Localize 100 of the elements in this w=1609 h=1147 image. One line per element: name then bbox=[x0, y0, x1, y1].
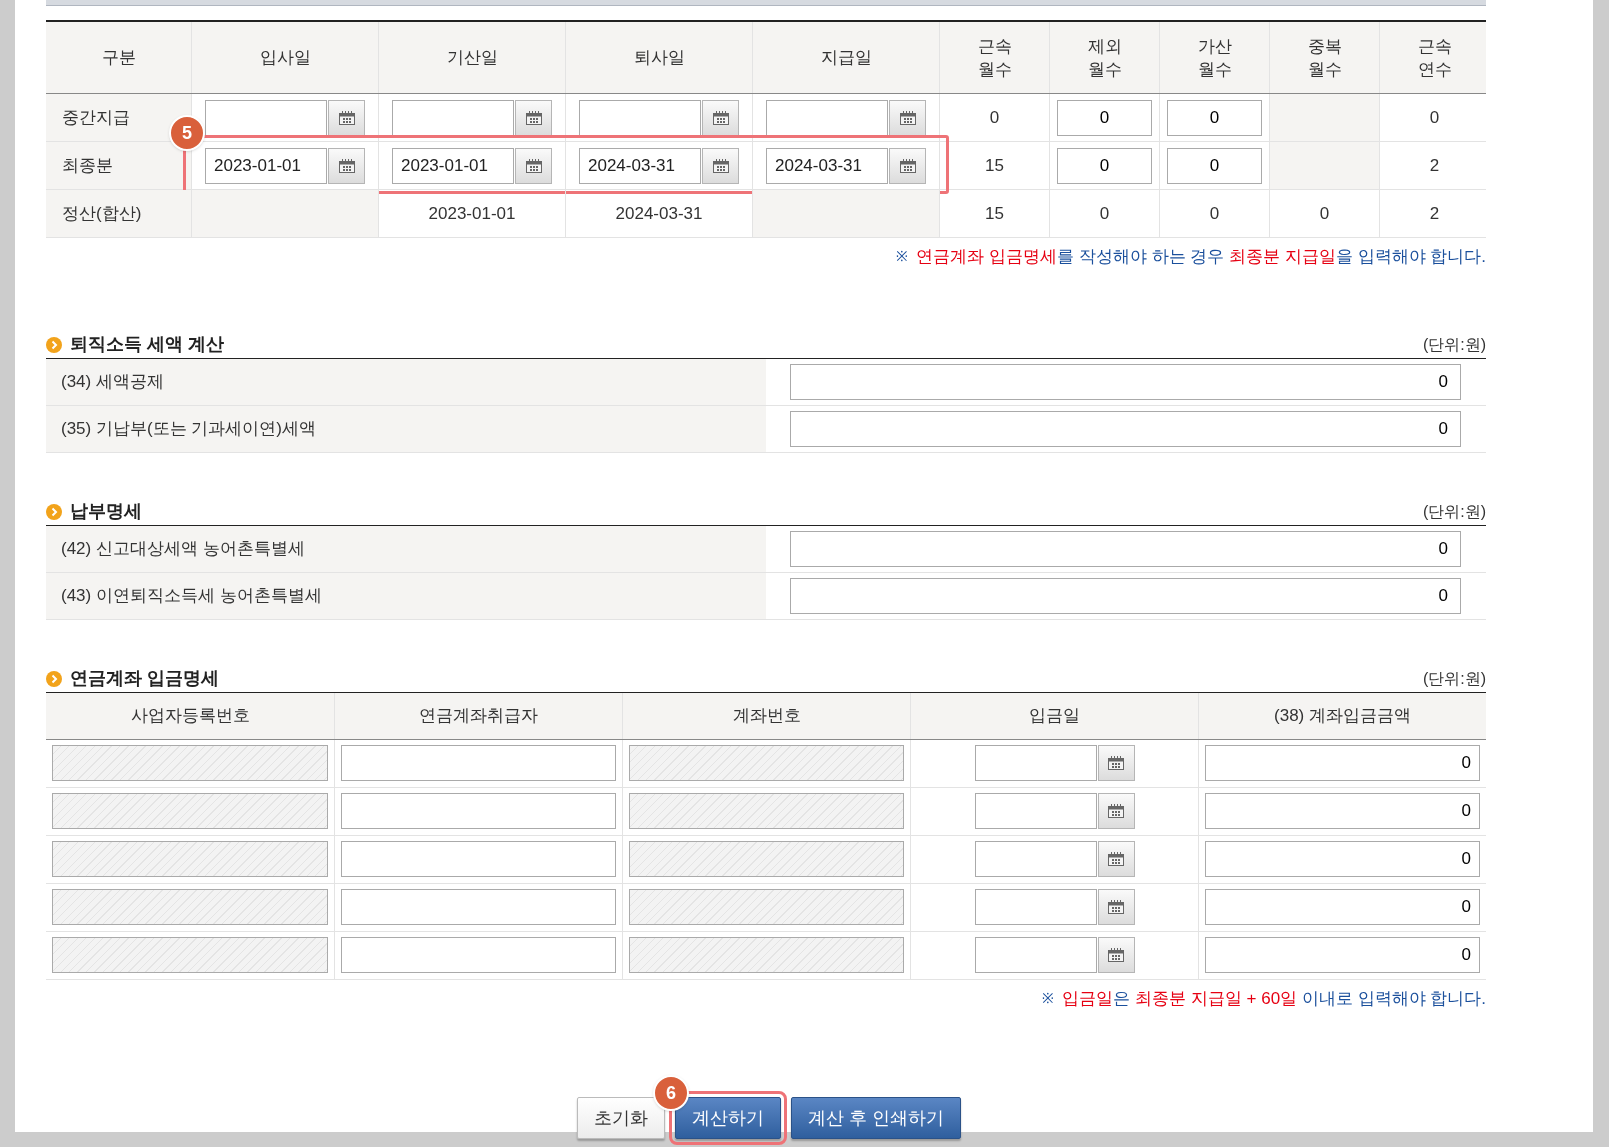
row-header: (42) 신고대상세액 농어촌특별세 bbox=[46, 525, 766, 572]
table-cell-text: 15 bbox=[985, 154, 1004, 177]
calendar-button[interactable] bbox=[889, 99, 926, 136]
column-header: 퇴사일 bbox=[633, 47, 685, 69]
date-field[interactable]: 2023-01-01 bbox=[205, 147, 327, 184]
row-header: (34) 세액공제 bbox=[46, 358, 766, 405]
column-header: 구분 bbox=[101, 47, 136, 69]
amount-field[interactable]: 0 bbox=[1205, 841, 1480, 877]
number-field[interactable]: 0 bbox=[1167, 147, 1262, 184]
action-button[interactable]: 계산 후 인쇄하기 bbox=[791, 1097, 961, 1139]
amount-field[interactable]: 0 bbox=[1205, 937, 1480, 973]
calendar-button[interactable] bbox=[1097, 889, 1135, 925]
table-cell-text: 2023-01-01 bbox=[428, 202, 516, 225]
step-badge: 6 bbox=[653, 1075, 689, 1111]
column-header: 계좌번호 bbox=[732, 704, 801, 727]
calendar-button[interactable] bbox=[889, 147, 926, 184]
calendar-button[interactable] bbox=[1097, 745, 1135, 781]
calendar-icon bbox=[712, 110, 729, 125]
table-cell-text: 2024-03-31 bbox=[615, 202, 703, 225]
column-header: 지급일 bbox=[820, 47, 872, 69]
date-field[interactable] bbox=[974, 841, 1097, 877]
action-button[interactable]: 초기화 bbox=[577, 1097, 665, 1139]
table-cell-text: 0 bbox=[1319, 202, 1330, 225]
number-field[interactable]: 0 bbox=[1057, 147, 1152, 184]
calendar-button[interactable] bbox=[515, 99, 552, 136]
date-field[interactable] bbox=[974, 937, 1097, 973]
amount-field[interactable]: 0 bbox=[1205, 745, 1480, 781]
date-field[interactable] bbox=[392, 99, 514, 136]
section-title: 연금계좌 입금명세 bbox=[70, 667, 219, 690]
amount-field[interactable]: 0 bbox=[1205, 889, 1480, 925]
calendar-icon bbox=[899, 158, 916, 173]
column-header: 입금일 bbox=[1029, 704, 1080, 727]
column-header: 중복 월수 bbox=[1307, 35, 1342, 81]
chevron-circle-icon bbox=[46, 503, 62, 520]
date-field[interactable]: 2024-03-31 bbox=[579, 147, 701, 184]
column-header: 기산일 bbox=[446, 47, 498, 69]
section-title: 납부명세 bbox=[70, 500, 142, 523]
calendar-icon bbox=[1108, 900, 1124, 914]
unit-label: (단위:원) bbox=[1422, 334, 1486, 355]
table-cell-text: 0 bbox=[989, 106, 1000, 129]
table-cell-text: 0 bbox=[1429, 106, 1440, 129]
column-header: (38) 계좌입금금액 bbox=[1274, 704, 1411, 727]
step-badge: 5 bbox=[169, 115, 205, 151]
date-field[interactable] bbox=[974, 793, 1097, 829]
calendar-icon bbox=[1108, 756, 1124, 770]
amount-field[interactable]: 0 bbox=[790, 410, 1461, 447]
date-field[interactable] bbox=[579, 99, 701, 136]
chevron-circle-icon bbox=[46, 336, 62, 353]
unit-label: (단위:원) bbox=[1422, 668, 1486, 689]
row-header: (43) 이연퇴직소득세 농어촌특별세 bbox=[46, 572, 766, 619]
table-cell-text: 0 bbox=[1099, 202, 1110, 225]
calendar-icon bbox=[525, 158, 542, 173]
column-header: 입사일 bbox=[259, 47, 311, 69]
amount-field[interactable]: 0 bbox=[790, 577, 1461, 614]
amount-field[interactable]: 0 bbox=[790, 363, 1461, 400]
column-header: 연금계좌취급자 bbox=[419, 704, 538, 727]
input-field[interactable] bbox=[341, 937, 616, 973]
input-field[interactable] bbox=[341, 889, 616, 925]
date-field[interactable] bbox=[974, 745, 1097, 781]
date-field[interactable] bbox=[974, 889, 1097, 925]
calendar-icon bbox=[338, 158, 355, 173]
reference-mark: ※ bbox=[896, 247, 909, 267]
calendar-icon bbox=[1108, 948, 1124, 962]
column-header: 근속 월수 bbox=[977, 35, 1012, 81]
row-header: 최종분 bbox=[46, 142, 191, 189]
column-header: 사업자등록번호 bbox=[130, 704, 250, 727]
calendar-button[interactable] bbox=[328, 147, 365, 184]
calendar-icon bbox=[338, 110, 355, 125]
column-header: 가산 월수 bbox=[1197, 35, 1232, 81]
calendar-icon bbox=[1108, 852, 1124, 866]
input-field[interactable] bbox=[341, 841, 616, 877]
calendar-button[interactable] bbox=[515, 147, 552, 184]
date-field[interactable] bbox=[205, 99, 327, 136]
chevron-circle-icon bbox=[46, 670, 62, 687]
number-field[interactable]: 0 bbox=[1057, 99, 1152, 136]
amount-field[interactable]: 0 bbox=[1205, 793, 1480, 829]
calendar-icon bbox=[899, 110, 916, 125]
calendar-button[interactable] bbox=[1097, 793, 1135, 829]
reference-mark: ※ bbox=[1042, 988, 1055, 1008]
input-field[interactable] bbox=[341, 793, 616, 829]
number-field[interactable]: 0 bbox=[1167, 99, 1262, 136]
unit-label: (단위:원) bbox=[1422, 501, 1486, 522]
calendar-button[interactable] bbox=[1097, 937, 1135, 973]
amount-field[interactable]: 0 bbox=[790, 530, 1461, 567]
column-header: 제외 월수 bbox=[1087, 35, 1122, 81]
section-title: 퇴직소득 세액 계산 bbox=[70, 333, 224, 356]
date-field[interactable]: 2023-01-01 bbox=[392, 147, 514, 184]
input-field[interactable] bbox=[341, 745, 616, 781]
calendar-button[interactable] bbox=[702, 99, 739, 136]
calendar-button[interactable] bbox=[702, 147, 739, 184]
calendar-icon bbox=[1108, 804, 1124, 818]
column-header: 근속 연수 bbox=[1417, 35, 1452, 81]
calendar-button[interactable] bbox=[328, 99, 365, 136]
date-field[interactable]: 2024-03-31 bbox=[766, 147, 888, 184]
notice-text: 입금일은 최종분 지급일 + 60일 이내로 입력해야 합니다. bbox=[1062, 987, 1486, 1010]
calendar-icon bbox=[525, 110, 542, 125]
date-field[interactable] bbox=[766, 99, 888, 136]
table-cell-text: 0 bbox=[1209, 202, 1220, 225]
table-cell-text: 2 bbox=[1429, 202, 1440, 225]
calendar-button[interactable] bbox=[1097, 841, 1135, 877]
